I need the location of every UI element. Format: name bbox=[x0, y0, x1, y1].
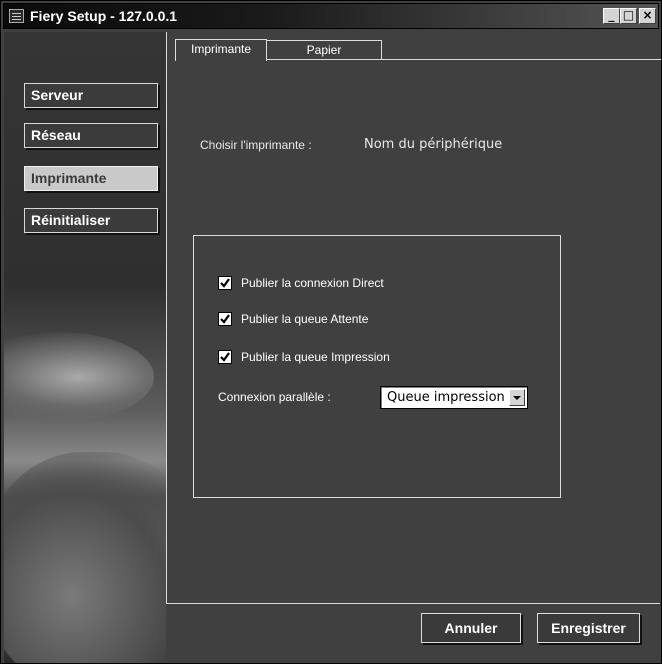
tab-divider bbox=[382, 59, 661, 60]
chevron-down-icon[interactable] bbox=[509, 389, 525, 406]
title-bar[interactable]: Fiery Setup - 127.0.0.1 _ □ × bbox=[3, 3, 659, 29]
parallel-connection-value: Queue impression bbox=[387, 390, 505, 405]
sidebar-item-imprimante[interactable]: Imprimante bbox=[24, 166, 158, 191]
sidebar-item-reinitialiser[interactable]: Réinitialiser bbox=[24, 208, 158, 233]
checkmark-icon bbox=[220, 278, 230, 288]
cancel-button[interactable]: Annuler bbox=[421, 613, 521, 643]
tab-papier[interactable]: Papier bbox=[267, 40, 382, 60]
fiery-setup-window: Fiery Setup - 127.0.0.1 _ □ × Serveur Ré… bbox=[0, 0, 662, 664]
main-panel: Imprimante Papier Choisir l'imprimante :… bbox=[166, 32, 661, 604]
sidebar: Serveur Réseau Imprimante Réinitialiser bbox=[4, 32, 166, 663]
sidebar-item-serveur[interactable]: Serveur bbox=[24, 83, 158, 108]
publish-hold-queue-checkbox[interactable] bbox=[218, 312, 232, 326]
decorative-background-image bbox=[4, 452, 166, 663]
decorative-background-image bbox=[4, 332, 154, 422]
choose-printer-label: Choisir l'imprimante : bbox=[200, 138, 312, 152]
parallel-connection-select[interactable]: Queue impression bbox=[380, 386, 528, 409]
tab-imprimante[interactable]: Imprimante bbox=[175, 39, 267, 61]
publish-direct-label: Publier la connexion Direct bbox=[241, 276, 384, 290]
save-button[interactable]: Enregistrer bbox=[537, 613, 640, 643]
close-button[interactable]: × bbox=[639, 8, 656, 24]
publish-hold-queue-label: Publier la queue Attente bbox=[241, 312, 369, 326]
maximize-button[interactable]: □ bbox=[620, 8, 637, 24]
app-icon bbox=[9, 9, 24, 23]
publish-direct-checkbox[interactable] bbox=[218, 276, 232, 290]
checkmark-icon bbox=[220, 352, 230, 362]
device-name-value: Nom du périphérique bbox=[364, 137, 503, 152]
publish-print-queue-checkbox[interactable] bbox=[218, 350, 232, 364]
tab-strip: Imprimante Papier bbox=[167, 32, 661, 61]
sidebar-item-reseau[interactable]: Réseau bbox=[24, 123, 158, 148]
publish-options-group: Publier la connexion Direct Publier la q… bbox=[193, 235, 561, 498]
window-title: Fiery Setup - 127.0.0.1 bbox=[30, 8, 178, 24]
publish-print-queue-label: Publier la queue Impression bbox=[241, 350, 390, 364]
minimize-button[interactable]: _ bbox=[603, 8, 620, 24]
parallel-connection-label: Connexion parallèle : bbox=[218, 390, 331, 404]
checkmark-icon bbox=[220, 314, 230, 324]
